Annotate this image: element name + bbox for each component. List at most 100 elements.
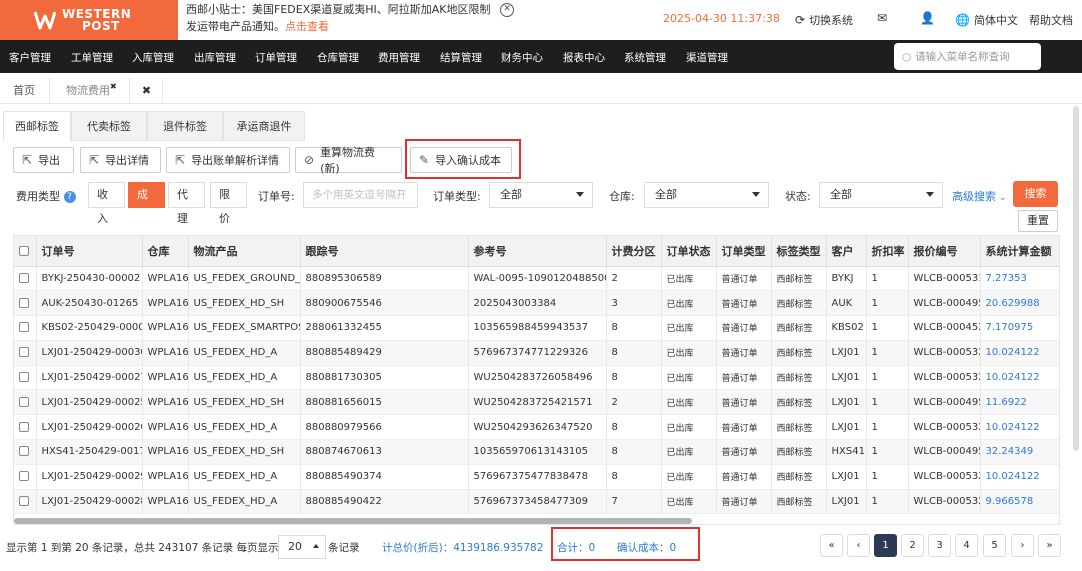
- row-checkbox[interactable]: [14, 315, 37, 341]
- nav-item-channels[interactable]: 渠道管理: [686, 50, 728, 65]
- nav-item-finance[interactable]: 财务中心: [501, 50, 543, 65]
- col-order-status[interactable]: 订单状态: [661, 236, 717, 267]
- mail-button[interactable]: ✉: [877, 12, 887, 24]
- page-button-4[interactable]: 4: [955, 534, 978, 557]
- col-order-no[interactable]: 订单号: [36, 236, 143, 267]
- nav-item-fees[interactable]: 费用管理: [378, 50, 420, 65]
- select-all-checkbox[interactable]: [14, 236, 37, 267]
- close-all-tabs-icon[interactable]: ✖: [131, 78, 163, 104]
- menu-search-input[interactable]: ○ 请输入菜单名称查询: [894, 43, 1041, 70]
- table-horizontal-scrollbar[interactable]: [14, 518, 692, 524]
- order-no-input[interactable]: 多个用英文逗号隔开: [303, 182, 418, 208]
- row-checkbox[interactable]: [14, 389, 37, 416]
- order-type-select[interactable]: 全部: [489, 182, 593, 208]
- row-checkbox[interactable]: [14, 464, 37, 490]
- fee-type-limit[interactable]: 限价: [210, 182, 247, 225]
- tab-close-icon[interactable]: ✖: [110, 82, 117, 91]
- fee-type-income[interactable]: 收入: [88, 182, 125, 225]
- cell-system-amount[interactable]: 10.024122: [980, 340, 1059, 366]
- col-product[interactable]: 物流产品: [188, 236, 301, 267]
- page-scrollbar[interactable]: [1073, 106, 1079, 451]
- warehouse-select[interactable]: 全部: [644, 182, 769, 208]
- cell-system-amount[interactable]: 10.024122: [980, 414, 1059, 441]
- col-customer[interactable]: 客户: [826, 236, 867, 267]
- col-quote-no[interactable]: 报价编号: [908, 236, 981, 267]
- recalc-fee-button[interactable]: ⊘ 重算物流费(新): [295, 146, 402, 175]
- next-page-button[interactable]: ›: [1011, 534, 1034, 557]
- subtab-carrier-return[interactable]: 承运商退件: [223, 111, 305, 141]
- row-checkbox[interactable]: [14, 439, 37, 465]
- cell-system-amount[interactable]: 11.6922: [980, 389, 1059, 416]
- table-row[interactable]: AUK-250430-01265 WPLA16 US_FEDEX_HD_SH 8…: [14, 290, 1059, 317]
- fee-type-cost[interactable]: 成本: [128, 182, 165, 225]
- export-bill-detail-button[interactable]: ⇱ 导出账单解析详情: [166, 147, 290, 173]
- page-button-2[interactable]: 2: [901, 534, 924, 557]
- status-select[interactable]: 全部: [819, 182, 943, 208]
- user-button[interactable]: 👤: [920, 12, 935, 24]
- page-button-5[interactable]: 5: [983, 534, 1006, 557]
- advanced-search-link[interactable]: 高级搜索 ⌄: [952, 188, 1006, 204]
- table-row[interactable]: LXJ01-250429-00020 WPLA16 US_FEDEX_HD_A …: [14, 414, 1059, 441]
- table-row[interactable]: BYKJ-250430-00002 WPLA16 US_FEDEX_GROUND…: [14, 266, 1059, 292]
- tab-logistics-fees[interactable]: 物流费用✖: [51, 78, 130, 104]
- table-row[interactable]: LXJ01-250429-00027 WPLA16 US_FEDEX_HD_A …: [14, 365, 1059, 391]
- nav-item-settlement[interactable]: 结算管理: [440, 50, 482, 65]
- row-checkbox[interactable]: [14, 340, 37, 366]
- notice-link[interactable]: 点击查看: [285, 20, 329, 33]
- nav-item-warehouse[interactable]: 仓库管理: [317, 50, 359, 65]
- tab-home[interactable]: 首页: [0, 78, 50, 104]
- prev-page-button[interactable]: ‹: [847, 534, 870, 557]
- help-link[interactable]: 帮助文档: [1029, 12, 1073, 28]
- table-row[interactable]: LXJ01-250429-00025 WPLA16 US_FEDEX_HD_SH…: [14, 389, 1059, 416]
- page-button-1[interactable]: 1: [874, 534, 897, 557]
- fee-type-agent[interactable]: 代理: [168, 182, 205, 225]
- cell-system-amount[interactable]: 9.966578: [980, 489, 1059, 515]
- col-zone[interactable]: 计费分区: [606, 236, 662, 267]
- cell-system-amount[interactable]: 20.629988: [980, 290, 1059, 317]
- col-tracking-no[interactable]: 跟踪号: [300, 236, 469, 267]
- cell-system-amount[interactable]: 7.27353: [980, 266, 1059, 292]
- nav-item-inbound[interactable]: 入库管理: [132, 50, 174, 65]
- nav-item-system[interactable]: 系统管理: [624, 50, 666, 65]
- page-size-select[interactable]: 20: [278, 535, 326, 559]
- col-reference-no[interactable]: 参考号: [468, 236, 607, 267]
- row-checkbox[interactable]: [14, 266, 37, 292]
- col-warehouse[interactable]: 仓库: [142, 236, 189, 267]
- nav-item-customer[interactable]: 客户管理: [9, 50, 51, 65]
- cell-system-amount[interactable]: 10.024122: [980, 365, 1059, 391]
- table-row[interactable]: LXJ01-250429-00028 WPLA16 US_FEDEX_HD_A …: [14, 489, 1059, 515]
- cell-system-amount[interactable]: 10.024122: [980, 464, 1059, 490]
- cell-system-amount[interactable]: 32.24349: [980, 439, 1059, 465]
- table-row[interactable]: KBS02-250429-00009 WPLA16 US_FEDEX_SMART…: [14, 315, 1059, 341]
- row-checkbox[interactable]: [14, 290, 37, 317]
- brand-logo[interactable]: WESTERN POST: [0, 0, 178, 40]
- subtab-xiyou-label[interactable]: 西邮标签: [3, 111, 71, 141]
- reset-button[interactable]: 重置: [1018, 210, 1058, 232]
- col-order-type[interactable]: 订单类型: [716, 236, 772, 267]
- subtab-return-label[interactable]: 退件标签: [147, 111, 223, 141]
- page-button-3[interactable]: 3: [928, 534, 951, 557]
- last-page-button[interactable]: »: [1038, 534, 1061, 557]
- cell-system-amount[interactable]: 7.170975: [980, 315, 1059, 341]
- export-button[interactable]: ⇱ 导出: [13, 147, 74, 173]
- col-discount[interactable]: 折扣率: [866, 236, 909, 267]
- row-checkbox[interactable]: [14, 414, 37, 441]
- row-checkbox[interactable]: [14, 489, 37, 515]
- nav-item-reports[interactable]: 报表中心: [563, 50, 605, 65]
- switch-system-button[interactable]: ⟳ 切换系统: [795, 12, 853, 28]
- col-system-amount[interactable]: 系统计算金额: [980, 236, 1059, 267]
- export-detail-button[interactable]: ⇱ 导出详情: [80, 147, 161, 173]
- language-button[interactable]: 🌐 简体中文: [955, 12, 1018, 28]
- nav-item-workorder[interactable]: 工单管理: [71, 50, 113, 65]
- nav-item-outbound[interactable]: 出库管理: [194, 50, 236, 65]
- table-row[interactable]: LXJ01-250429-00029 WPLA16 US_FEDEX_HD_A …: [14, 464, 1059, 490]
- search-button[interactable]: 搜索: [1013, 181, 1058, 207]
- help-icon[interactable]: ?: [63, 191, 76, 203]
- nav-item-orders[interactable]: 订单管理: [255, 50, 297, 65]
- close-icon[interactable]: ✕: [500, 3, 514, 17]
- row-checkbox[interactable]: [14, 365, 37, 391]
- subtab-resale-label[interactable]: 代卖标签: [71, 111, 147, 141]
- table-row[interactable]: HXS41-250429-00176 WPLA16 US_FEDEX_HD_SH…: [14, 439, 1059, 465]
- table-row[interactable]: LXJ01-250429-00030 WPLA16 US_FEDEX_HD_A …: [14, 340, 1059, 366]
- first-page-button[interactable]: «: [820, 534, 843, 557]
